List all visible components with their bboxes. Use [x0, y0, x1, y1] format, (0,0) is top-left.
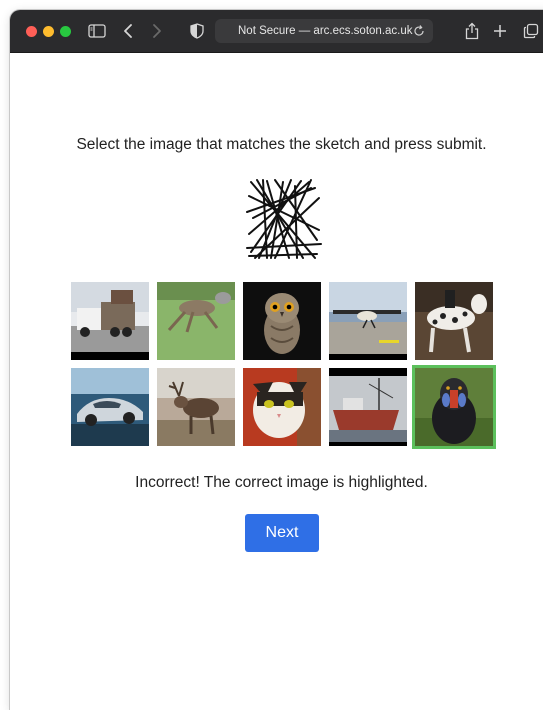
address-text: Not Secure — arc.ecs.soton.ac.uk: [238, 19, 413, 43]
zoom-window-button[interactable]: [60, 26, 71, 37]
forward-icon[interactable]: [152, 21, 162, 41]
browser-toolbar: Not Secure — arc.ecs.soton.ac.uk: [10, 10, 543, 53]
sidebar-icon[interactable]: [88, 21, 106, 41]
task-prompt: Select the image that matches the sketch…: [76, 136, 487, 153]
reload-icon[interactable]: [414, 19, 425, 43]
image-option-mandrill[interactable]: [412, 365, 496, 449]
address-host: arc.ecs.soton.ac.uk: [313, 25, 413, 37]
image-option-car[interactable]: [71, 368, 149, 446]
tab-overview-icon[interactable]: [523, 21, 539, 41]
close-window-button[interactable]: [26, 26, 37, 37]
image-option-airplane[interactable]: [329, 282, 407, 360]
image-option-owl[interactable]: [243, 282, 321, 360]
share-icon[interactable]: [465, 21, 479, 41]
page-content: Select the image that matches the sketch…: [10, 53, 543, 710]
result-message: Incorrect! The correct image is highligh…: [135, 474, 428, 491]
new-tab-icon[interactable]: [493, 21, 507, 41]
query-sketch: [246, 179, 322, 259]
back-icon[interactable]: [123, 21, 133, 41]
image-option-deer[interactable]: [157, 282, 235, 360]
next-button[interactable]: Next: [245, 514, 319, 552]
address-bar[interactable]: Not Secure — arc.ecs.soton.ac.uk: [215, 19, 433, 43]
address-security-label: Not Secure —: [238, 25, 314, 37]
browser-window: Not Secure — arc.ecs.soton.ac.uk Select …: [10, 10, 543, 710]
image-option-ship[interactable]: [329, 368, 407, 446]
image-option-elk[interactable]: [157, 368, 235, 446]
image-option-cat[interactable]: [243, 368, 321, 446]
privacy-shield-icon[interactable]: [190, 21, 204, 41]
image-option-tow-truck[interactable]: [71, 282, 149, 360]
minimize-window-button[interactable]: [43, 26, 54, 37]
image-option-horse[interactable]: [415, 282, 493, 360]
